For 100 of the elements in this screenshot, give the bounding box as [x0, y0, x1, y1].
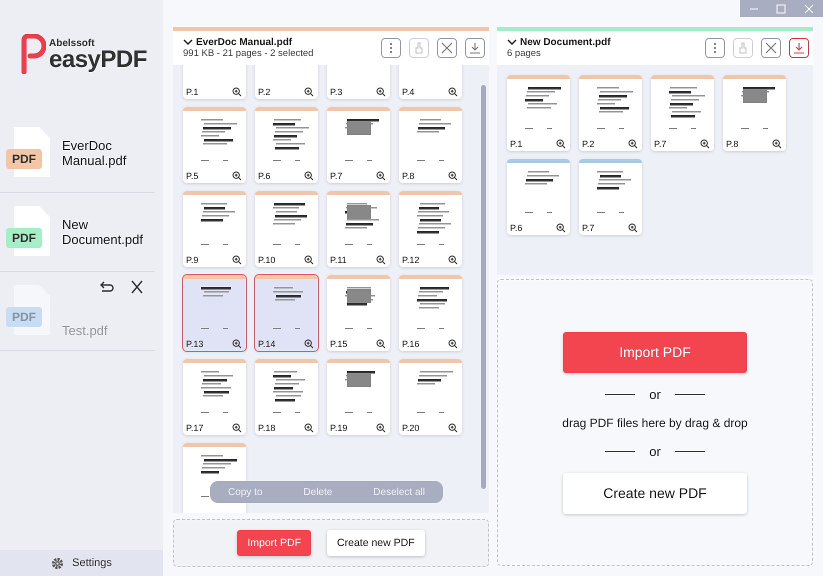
page-card[interactable]: P.18: [255, 359, 318, 435]
page-card[interactable]: P.7: [579, 159, 642, 235]
page-label: P.10: [258, 255, 276, 265]
download-button[interactable]: [465, 38, 485, 58]
page-card[interactable]: P.15: [327, 275, 390, 351]
page-card[interactable]: P.6: [507, 159, 570, 235]
brush-icon: [737, 42, 749, 54]
page-label: P.18: [258, 423, 276, 433]
file-item[interactable]: PDF New Document.pdf: [0, 193, 155, 272]
page-card[interactable]: P.7: [651, 75, 714, 151]
file-name: New Document.pdf: [62, 217, 144, 247]
page-label: P.2: [582, 139, 594, 149]
document-info: 6 pages: [507, 48, 542, 59]
or-separator: or: [605, 386, 705, 402]
page-card[interactable]: P.19: [327, 359, 390, 435]
zoom-icon[interactable]: [304, 171, 314, 181]
import-button[interactable]: Import PDF: [563, 332, 747, 372]
zoom-icon[interactable]: [448, 87, 458, 97]
close-icon[interactable]: [129, 280, 145, 294]
page-label: P.1: [186, 87, 198, 97]
zoom-icon[interactable]: [304, 255, 314, 265]
settings-icon: [51, 556, 64, 570]
zoom-icon[interactable]: [232, 255, 242, 265]
zoom-icon[interactable]: [772, 139, 782, 149]
page-card[interactable]: P.3: [327, 65, 390, 99]
page-label: P.8: [402, 171, 414, 181]
download-icon: [469, 42, 481, 54]
zoom-icon[interactable]: [232, 339, 242, 349]
page-label: P.6: [258, 171, 270, 181]
zoom-icon[interactable]: [448, 171, 458, 181]
scrollbar[interactable]: [481, 85, 486, 489]
drop-hint: drag PDF files here by drag & drop: [562, 416, 748, 430]
page-label: P.7: [330, 171, 342, 181]
close-button[interactable]: [437, 38, 457, 58]
page-card[interactable]: P.17: [183, 359, 246, 435]
download-button[interactable]: [789, 38, 809, 58]
zoom-icon[interactable]: [376, 171, 386, 181]
zoom-icon[interactable]: [376, 339, 386, 349]
page-card[interactable]: P.1: [507, 75, 570, 151]
page-card[interactable]: P.7: [327, 107, 390, 183]
page-card[interactable]: P.6: [255, 107, 318, 183]
zoom-icon[interactable]: [232, 87, 242, 97]
page-card[interactable]: P.16: [399, 275, 462, 351]
logo-name: easyPDF: [49, 46, 147, 74]
zoom-icon[interactable]: [232, 423, 242, 433]
zoom-icon[interactable]: [232, 171, 242, 181]
more-button[interactable]: [705, 38, 725, 58]
zoom-icon[interactable]: [376, 423, 386, 433]
file-item[interactable]: PDF EverDoc Manual.pdf: [0, 114, 155, 193]
close-icon: [765, 42, 777, 54]
page-card[interactable]: P.8: [723, 75, 786, 151]
create-button[interactable]: Create new PDF: [563, 472, 747, 514]
drop-zone[interactable]: Import PDF Create new PDF: [173, 519, 489, 567]
page-card[interactable]: P.20: [399, 359, 462, 435]
undo-icon[interactable]: [99, 280, 115, 294]
zoom-icon[interactable]: [376, 87, 386, 97]
settings-button[interactable]: Settings: [0, 550, 163, 576]
zoom-icon[interactable]: [448, 339, 458, 349]
zoom-icon[interactable]: [628, 223, 638, 233]
page-card[interactable]: P.2: [579, 75, 642, 151]
chevron-icon[interactable]: [183, 39, 193, 46]
drop-zone[interactable]: Import PDF or drag PDF files here by drag & drop or Create new PDF: [497, 279, 813, 566]
page-card[interactable]: P.11: [327, 191, 390, 267]
zoom-icon[interactable]: [304, 339, 314, 349]
page-label: P.16: [402, 339, 420, 349]
download-icon: [793, 42, 805, 54]
page-card[interactable]: P.10: [255, 191, 318, 267]
zoom-icon[interactable]: [700, 139, 710, 149]
pdf-badge: PDF: [6, 149, 42, 169]
or-separator: or: [605, 444, 705, 458]
zoom-icon[interactable]: [628, 139, 638, 149]
create-button[interactable]: Create new PDF: [327, 530, 425, 556]
page-label: P.11: [330, 255, 347, 265]
close-button[interactable]: [761, 38, 781, 58]
zoom-icon[interactable]: [448, 423, 458, 433]
page-card[interactable]: P.5: [183, 107, 246, 183]
page-card[interactable]: P.14: [255, 275, 318, 351]
zoom-icon[interactable]: [304, 87, 314, 97]
file-name: Test.pdf: [62, 323, 109, 338]
page-label: P.9: [186, 255, 198, 265]
page-card[interactable]: P.9: [183, 191, 246, 267]
page-card[interactable]: P.2: [255, 65, 318, 99]
page-card[interactable]: P.13: [183, 275, 246, 351]
logo-icon: [20, 34, 46, 74]
page-label: P.12: [402, 255, 420, 265]
page-card[interactable]: P.4: [399, 65, 462, 99]
import-button[interactable]: Import PDF: [237, 530, 312, 556]
zoom-icon[interactable]: [376, 255, 386, 265]
page-label: P.20: [402, 423, 420, 433]
page-card[interactable]: P.12: [399, 191, 462, 267]
zoom-icon[interactable]: [556, 139, 566, 149]
more-button[interactable]: [381, 38, 401, 58]
page-card[interactable]: P.1: [183, 65, 246, 99]
zoom-icon[interactable]: [448, 255, 458, 265]
zoom-icon[interactable]: [304, 423, 314, 433]
page-card[interactable]: P.8: [399, 107, 462, 183]
zoom-icon[interactable]: [556, 223, 566, 233]
chevron-icon[interactable]: [507, 39, 517, 46]
page-label: P.13: [186, 339, 204, 349]
page-label: P.7: [582, 223, 594, 233]
